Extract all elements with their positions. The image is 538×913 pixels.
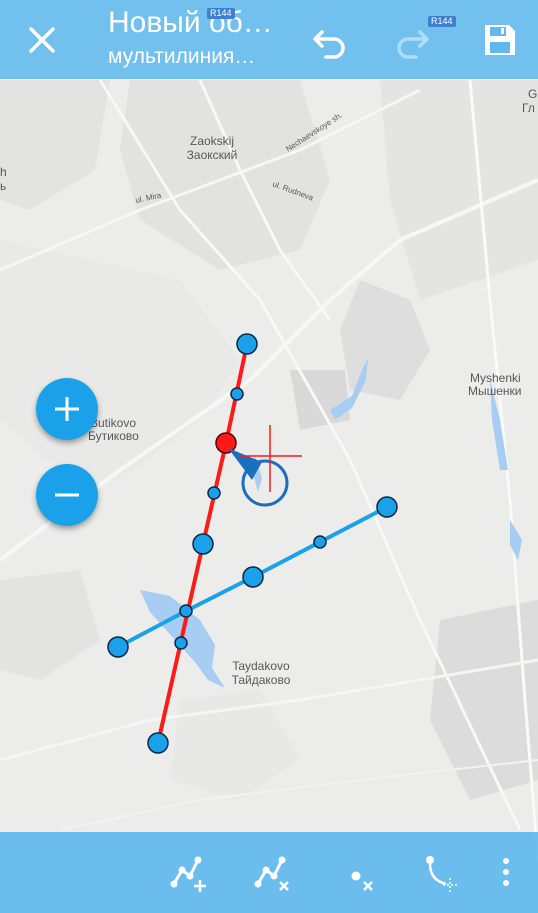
more-vert-icon bbox=[503, 858, 509, 886]
more-menu-button[interactable] bbox=[484, 846, 528, 898]
title-block: Новый об… мультилиния… bbox=[108, 6, 298, 71]
page-subtitle: мультилиния… bbox=[108, 45, 256, 68]
vertex[interactable] bbox=[242, 566, 264, 588]
map-label-taydakovo-cyr: Тайдаково bbox=[232, 673, 291, 687]
map-label-edge-left-2: ь bbox=[0, 179, 6, 193]
add-vertex-icon bbox=[170, 856, 206, 892]
split-line-button[interactable] bbox=[412, 846, 464, 898]
vertex[interactable] bbox=[236, 333, 258, 355]
midpoint[interactable] bbox=[313, 535, 327, 549]
delete-point-icon bbox=[351, 871, 373, 891]
map-label-zaokskij-cyr: Заокский bbox=[187, 148, 238, 162]
bottom-toolbar bbox=[0, 832, 538, 913]
vertex[interactable] bbox=[192, 533, 214, 555]
add-vertex-button[interactable] bbox=[162, 846, 214, 898]
close-icon bbox=[29, 27, 55, 53]
midpoint[interactable] bbox=[230, 387, 244, 401]
zoom-out-button[interactable] bbox=[36, 464, 98, 526]
vertex[interactable] bbox=[107, 636, 129, 658]
selected-vertex[interactable] bbox=[215, 432, 237, 454]
delete-line-icon bbox=[254, 856, 289, 891]
map-label-butikovo-cyr: Бутиково bbox=[88, 429, 139, 443]
top-toolbar: Новый об… мультилиния… R144 R144 bbox=[0, 0, 538, 79]
map-label-butikovo-lat: Butikovo bbox=[90, 416, 136, 430]
save-icon bbox=[485, 25, 515, 55]
redo-icon bbox=[397, 30, 429, 59]
vertex[interactable] bbox=[376, 496, 398, 518]
road-badge-2: R144 bbox=[428, 16, 456, 27]
page-title: Новый об… bbox=[108, 6, 273, 39]
map-label-edge-right-2: Гл bbox=[522, 101, 535, 115]
close-button[interactable] bbox=[16, 14, 68, 66]
zoom-in-button[interactable] bbox=[36, 378, 98, 440]
minus-icon bbox=[55, 493, 79, 497]
undo-button[interactable] bbox=[304, 14, 356, 66]
midpoint[interactable] bbox=[179, 604, 193, 618]
save-button[interactable] bbox=[474, 14, 526, 66]
vertex[interactable] bbox=[147, 732, 169, 754]
map-label-taydakovo-lat: Taydakovo bbox=[232, 659, 290, 673]
delete-line-button[interactable] bbox=[246, 846, 298, 898]
road-badge: R144 bbox=[207, 8, 235, 19]
plus-icon bbox=[55, 397, 79, 421]
map-canvas[interactable]: Zaokskij Заокский Nechaevskoye sh. ul. R… bbox=[0, 0, 538, 913]
midpoint[interactable] bbox=[174, 636, 188, 650]
midpoint[interactable] bbox=[207, 486, 221, 500]
map-label-myshenki-cyr: Мышенки bbox=[468, 384, 522, 398]
undo-icon bbox=[313, 30, 345, 59]
map-label-edge-right: G bbox=[528, 87, 537, 101]
map-label-zaokskij-lat: Zaokskij bbox=[190, 134, 234, 148]
split-line-icon bbox=[426, 856, 457, 892]
map-label-edge-left: h bbox=[0, 165, 7, 179]
map-label-myshenki-lat: Myshenki bbox=[470, 371, 521, 385]
delete-vertex-button[interactable] bbox=[334, 846, 386, 898]
